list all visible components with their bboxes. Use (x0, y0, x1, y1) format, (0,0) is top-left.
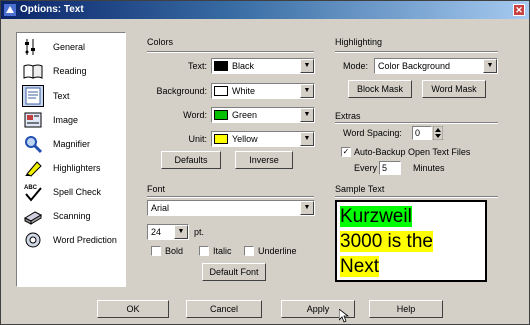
sidebar-item-label: Magnifier (53, 139, 91, 149)
unit-color-swatch (214, 134, 228, 144)
word-spacing-input[interactable]: 0 (412, 126, 432, 140)
bold-label: Bold (165, 246, 184, 256)
chevron-down-icon[interactable]: ▼ (300, 132, 314, 146)
options-category-list: General Reading Text Image Magnifier Hig… (16, 32, 126, 287)
text-color-label: Text: (187, 61, 207, 71)
extras-section-label: Extras (335, 111, 361, 121)
title-bar[interactable]: Options: Text ✕ (1, 1, 529, 19)
sidebar-item-scanning[interactable]: Scanning (21, 205, 125, 227)
image-icon (24, 112, 42, 128)
sample-text-separator (335, 196, 498, 198)
sample-text-section-label: Sample Text (335, 184, 385, 194)
chevron-down-icon[interactable]: ▼ (300, 59, 314, 73)
sidebar-item-label: Image (53, 115, 79, 125)
dialog-button-bar: OK Cancel Apply Help (1, 295, 529, 324)
help-button[interactable]: Help (369, 300, 443, 318)
word-spacing-spinner-icon[interactable] (433, 126, 443, 140)
unit-color-label: Unit: (188, 134, 207, 144)
font-size-unit: pt. (194, 227, 205, 237)
sample-word: 3000 is the (340, 231, 433, 252)
close-button[interactable]: ✕ (513, 4, 525, 16)
word-prediction-icon (25, 232, 41, 248)
open-book-icon (23, 64, 43, 79)
options-dialog: Options: Text ✕ General Reading Text Ima… (0, 0, 530, 325)
word-mask-button[interactable]: Word Mask (422, 80, 486, 98)
highlight-mode-select[interactable]: Color Background ▼ (374, 58, 498, 74)
underline-label: Underline (258, 246, 297, 256)
sidebar-item-word-prediction[interactable]: Word Prediction (21, 229, 125, 251)
word-spacing-label: Word Spacing: (343, 128, 402, 138)
colors-separator (147, 51, 314, 53)
app-icon (4, 4, 16, 16)
sidebar-item-general[interactable]: General (21, 36, 125, 58)
inverse-button[interactable]: Inverse (235, 151, 293, 169)
text-document-icon (22, 85, 44, 107)
chevron-down-icon[interactable]: ▼ (483, 59, 497, 73)
sidebar-item-image[interactable]: Image (21, 109, 125, 131)
sidebar-item-label: Text (53, 91, 70, 101)
sidebar-item-highlighters[interactable]: Highlighters (21, 157, 125, 179)
chevron-down-icon[interactable]: ▼ (174, 225, 188, 239)
defaults-button[interactable]: Defaults (161, 151, 221, 169)
highlighting-section-label: Highlighting (335, 37, 383, 47)
sliders-icon (25, 39, 35, 55)
auto-backup-checkbox[interactable]: ✓ (341, 147, 351, 157)
chevron-down-icon[interactable]: ▼ (300, 108, 314, 122)
text-color-swatch (214, 61, 228, 71)
every-label: Every (354, 163, 378, 173)
background-color-label: Background: (156, 86, 207, 96)
sidebar-item-spell-check[interactable]: ABC Spell Check (21, 181, 125, 203)
colors-section-label: Colors (147, 37, 174, 47)
sidebar-item-label: Reading (53, 66, 87, 76)
extras-separator (335, 122, 498, 124)
window-title: Options: Text (20, 4, 84, 15)
spell-check-icon: ABC (24, 185, 42, 202)
block-mask-button[interactable]: Block Mask (348, 80, 412, 98)
sidebar-item-text[interactable]: Text (21, 85, 125, 107)
background-color-swatch (214, 86, 228, 96)
sample-word: Next (340, 256, 380, 277)
cancel-button[interactable]: Cancel (186, 300, 262, 318)
underline-checkbox[interactable] (244, 246, 254, 256)
word-color-select[interactable]: Green ▼ (211, 107, 315, 123)
magnifier-icon (25, 136, 43, 154)
scanner-icon (23, 211, 43, 225)
sidebar-item-label: Spell Check (53, 187, 102, 197)
sidebar-item-reading[interactable]: Reading (21, 60, 125, 82)
mouse-cursor-icon (339, 309, 349, 323)
ok-button[interactable]: OK (97, 300, 169, 318)
mode-label: Mode: (343, 61, 369, 71)
bold-checkbox[interactable] (151, 246, 161, 256)
font-size-select[interactable]: 24 ▼ (147, 224, 189, 240)
font-section-label: Font (147, 184, 166, 194)
unit-color-select[interactable]: Yellow ▼ (211, 131, 315, 147)
background-color-select[interactable]: White ▼ (211, 83, 315, 99)
font-family-select[interactable]: Arial ▼ (147, 200, 315, 216)
word-color-swatch (214, 110, 228, 120)
highlighter-icon (25, 161, 42, 177)
chevron-down-icon[interactable]: ▼ (300, 84, 314, 98)
svg-text:ABC: ABC (24, 185, 38, 191)
italic-checkbox[interactable] (199, 246, 209, 256)
sidebar-item-label: Scanning (53, 211, 91, 221)
sidebar-item-label: General (53, 42, 86, 52)
sample-word: Kurzweil (340, 206, 412, 227)
chevron-down-icon[interactable]: ▼ (300, 201, 314, 215)
minutes-label: Minutes (413, 163, 445, 173)
default-font-button[interactable]: Default Font (202, 263, 266, 281)
text-color-select[interactable]: Black ▼ (211, 58, 315, 74)
sample-text-preview: Kurzweil 3000 is the Next (335, 200, 487, 282)
sidebar-item-magnifier[interactable]: Magnifier (21, 133, 125, 155)
italic-label: Italic (213, 246, 232, 256)
font-separator (147, 196, 314, 198)
sidebar-item-label: Word Prediction (53, 235, 117, 245)
sidebar-item-label: Highlighters (53, 163, 101, 173)
word-color-label: Word: (183, 110, 207, 120)
highlighting-separator (335, 51, 498, 53)
auto-backup-label: Auto-Backup Open Text Files (354, 147, 471, 157)
backup-interval-input[interactable]: 5 (379, 161, 401, 175)
